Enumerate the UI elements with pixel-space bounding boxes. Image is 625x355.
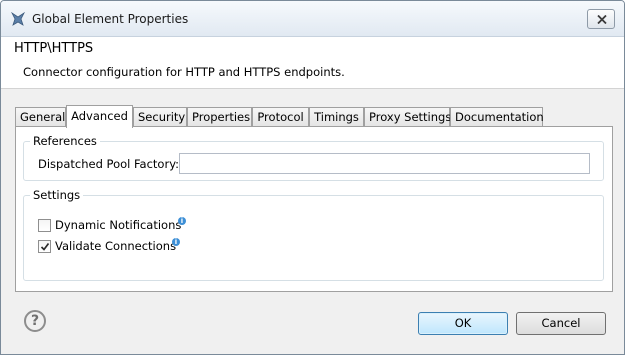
tab-proxy-settings[interactable]: Proxy Settings [364, 107, 451, 127]
dynamic-notifications-row[interactable]: Dynamic Notifications [38, 218, 198, 234]
dialog-window: Global Element Properties HTTP\HTTPS Con… [0, 0, 625, 355]
tab-timings[interactable]: Timings [309, 107, 364, 127]
pool-factory-input[interactable] [179, 153, 590, 174]
close-icon [597, 15, 607, 24]
dynamic-notifications-info-icon[interactable]: i [178, 217, 186, 225]
page-description: Connector configuration for HTTP and HTT… [23, 65, 345, 79]
header-banner: HTTP\HTTPS Connector configuration for H… [1, 37, 624, 89]
pool-factory-label: Dispatched Pool Factory: [38, 157, 180, 171]
help-icon[interactable]: ? [24, 310, 46, 332]
cancel-button[interactable]: Cancel [516, 312, 606, 335]
validate-connections-checkbox[interactable] [38, 240, 51, 253]
title-bar: Global Element Properties [1, 1, 624, 37]
tab-advanced[interactable]: Advanced [66, 105, 133, 128]
page-title: HTTP\HTTPS [14, 41, 94, 56]
tab-documentation[interactable]: Documentation [450, 107, 544, 127]
validate-connections-info-icon[interactable]: i [172, 238, 180, 246]
dynamic-notifications-checkbox[interactable] [38, 219, 51, 232]
window-title: Global Element Properties [32, 12, 189, 26]
close-button[interactable] [587, 9, 615, 29]
settings-group [23, 195, 604, 281]
settings-label: Settings [30, 188, 84, 202]
advanced-panel: References Dispatched Pool Factory: Sett… [15, 126, 613, 292]
tab-properties[interactable]: Properties [187, 107, 252, 127]
validate-connections-label: Validate Connections [55, 239, 177, 253]
mule-app-icon [10, 11, 26, 27]
references-label: References [30, 134, 100, 148]
tab-general[interactable]: General [15, 107, 66, 127]
tab-protocol[interactable]: Protocol [252, 107, 309, 127]
ok-button[interactable]: OK [418, 312, 508, 335]
checkmark-icon [40, 242, 50, 251]
validate-connections-row[interactable]: Validate Connections [38, 239, 188, 255]
tab-security[interactable]: Security [133, 107, 187, 127]
dynamic-notifications-label: Dynamic Notifications [55, 218, 182, 232]
